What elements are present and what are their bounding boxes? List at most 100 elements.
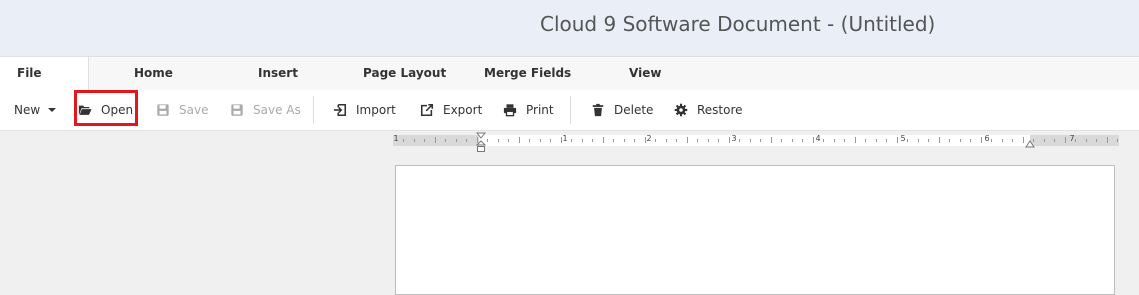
save-button[interactable]: Save <box>156 90 208 130</box>
toolbar-separator <box>570 96 571 124</box>
tab-view[interactable]: View <box>629 66 661 80</box>
toolbar-separator <box>313 96 314 124</box>
ruler-tick <box>676 139 677 142</box>
save-as-label: Save As <box>253 103 301 117</box>
ruler-tick <box>539 139 541 142</box>
ruler-tick <box>413 139 415 142</box>
ruler-tick <box>487 139 488 142</box>
save-as-icon <box>231 104 243 116</box>
window-title: Cloud 9 Software Document - (Untitled) <box>540 12 936 36</box>
import-button[interactable]: Import <box>333 90 396 130</box>
ruler-tick <box>518 137 520 143</box>
tab-insert[interactable]: Insert <box>258 66 298 80</box>
ruler-tick <box>424 139 425 142</box>
ruler-tick <box>1106 137 1108 143</box>
ruler-tick <box>991 139 992 142</box>
tab-page-layout[interactable]: Page Layout <box>363 66 446 80</box>
tab-file[interactable]: File <box>0 57 89 90</box>
ruler-tick <box>728 137 730 143</box>
save-as-button[interactable]: Save As <box>230 90 301 130</box>
ruler-tick <box>1075 139 1076 142</box>
ruler-tick <box>886 139 887 142</box>
ruler-tick <box>403 139 404 142</box>
new-dropdown-button[interactable]: New <box>14 90 57 130</box>
export-button[interactable]: Export <box>420 90 482 130</box>
open-button[interactable]: Open <box>78 90 133 130</box>
ruler-tick <box>1054 139 1055 142</box>
ruler-tick <box>970 139 971 142</box>
ruler-tick <box>980 137 982 143</box>
ruler-tick <box>802 139 803 142</box>
ruler-tick <box>497 139 499 142</box>
ruler-label: 7 <box>1069 134 1075 143</box>
ruler-tick <box>917 139 919 142</box>
ruler-tick <box>823 139 824 142</box>
ruler-tick <box>623 139 625 142</box>
ruler-tick <box>466 139 467 142</box>
delete-button[interactable]: Delete <box>591 90 653 130</box>
ruler-tick <box>865 139 866 142</box>
ruler-tick <box>938 137 940 143</box>
ruler-tick <box>1064 137 1066 143</box>
ruler-tick <box>791 139 793 142</box>
ruler-tick <box>896 137 898 143</box>
ruler-tick <box>875 139 877 142</box>
tab-merge-fields[interactable]: Merge Fields <box>484 66 571 80</box>
ruler-tick <box>959 139 961 142</box>
ruler-tick <box>1022 137 1024 143</box>
trash-icon <box>592 103 604 117</box>
ruler-tick <box>707 139 709 142</box>
ruler-tick <box>781 139 782 142</box>
ruler-tick <box>949 139 950 142</box>
caret-down-icon <box>48 108 57 112</box>
ruler-tick <box>907 139 908 142</box>
ruler-tick <box>1085 139 1087 142</box>
horizontal-ruler[interactable]: 1 1 2 3 4 5 6 7 <box>393 134 1119 146</box>
save-icon <box>157 104 169 116</box>
new-label: New <box>14 103 41 117</box>
ruler-tick <box>529 139 530 142</box>
ruler-tick <box>844 139 845 142</box>
file-toolbar: New Open Save Save As Import Export Prin… <box>0 90 1139 131</box>
ruler-tick <box>739 139 740 142</box>
tab-home[interactable]: Home <box>134 66 173 80</box>
ruler-tick <box>560 137 562 143</box>
ruler-label: 1 <box>393 134 399 143</box>
delete-label: Delete <box>614 103 654 117</box>
ruler-label: 1 <box>562 134 568 143</box>
print-button[interactable]: Print <box>503 90 554 130</box>
import-label: Import <box>356 103 396 117</box>
ruler-tick <box>1012 139 1013 142</box>
ruler-tick <box>760 139 761 142</box>
print-label: Print <box>526 103 554 117</box>
folder-open-icon <box>78 105 92 115</box>
right-indent-marker-icon[interactable] <box>1025 140 1035 148</box>
ruler-tick <box>581 139 583 142</box>
import-icon <box>333 103 347 117</box>
ruler-tick <box>434 137 436 143</box>
ruler-tick <box>749 139 751 142</box>
ruler-tick <box>644 137 646 143</box>
ruler-label: 2 <box>646 134 652 143</box>
title-bar: Cloud 9 Software Document - (Untitled) <box>0 0 1139 56</box>
print-icon <box>503 104 517 117</box>
ruler-tick <box>455 139 457 142</box>
restore-button[interactable]: Restore <box>674 90 743 130</box>
ruler-tick <box>613 139 614 142</box>
save-label: Save <box>179 103 209 117</box>
indent-marker-icon[interactable] <box>476 132 486 154</box>
document-page[interactable] <box>395 165 1115 295</box>
ruler-tick <box>1001 139 1003 142</box>
ruler-tick <box>665 139 667 142</box>
ruler-tick <box>592 139 593 142</box>
ruler-tick <box>1043 139 1045 142</box>
ruler-tick <box>655 139 656 142</box>
ruler-tick <box>854 137 856 143</box>
ruler-label: 5 <box>900 134 906 143</box>
export-icon <box>420 103 434 117</box>
ruler-tick <box>634 139 635 142</box>
open-label: Open <box>101 103 134 117</box>
gear-icon <box>674 103 688 117</box>
ruler-label: 6 <box>984 134 990 143</box>
export-label: Export <box>443 103 483 117</box>
